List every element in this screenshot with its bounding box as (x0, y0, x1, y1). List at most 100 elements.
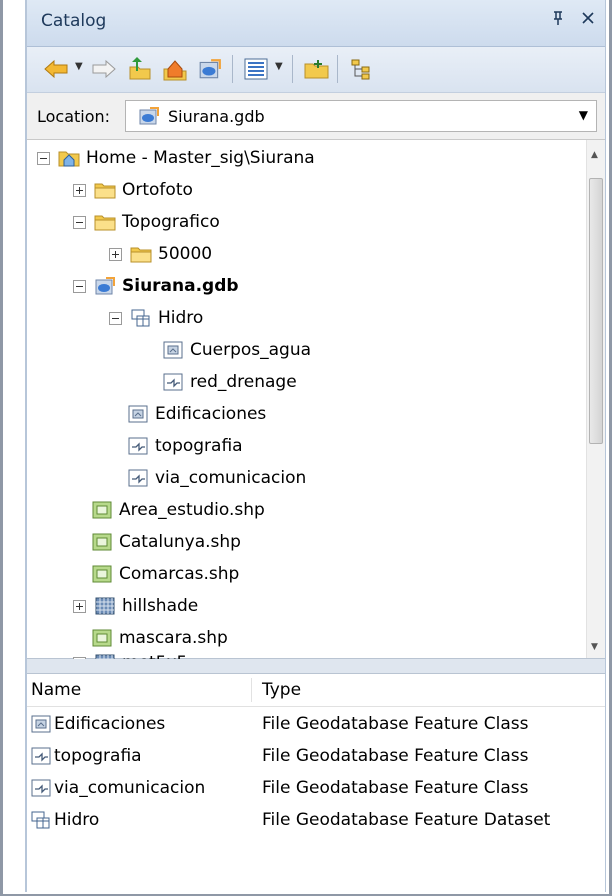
tree-scrollbar[interactable]: ▲ ▼ (586, 140, 605, 658)
tree-item-label: via_comunicacion (155, 468, 307, 488)
chevron-down-icon[interactable]: ▼ (579, 108, 588, 122)
tree-item-label: hillshade (122, 596, 199, 616)
list-item-type: File Geodatabase Feature Class (262, 714, 529, 734)
list-item[interactable]: topografia File Geodatabase Feature Clas… (27, 742, 605, 771)
tree-item-hidro[interactable]: Hidro (109, 304, 203, 332)
tree-item-label: mascara.shp (119, 628, 228, 648)
view-dropdown-icon[interactable]: ▼ (275, 61, 283, 72)
tree-item-label: Home - Master_sig\Siurana (86, 148, 315, 168)
tree-item-label: Topografico (122, 212, 220, 232)
toolbar-separator (232, 55, 233, 83)
collapse-icon[interactable] (73, 279, 86, 293)
expand-icon[interactable] (73, 599, 86, 613)
expand-icon[interactable] (109, 247, 122, 261)
list-item-name: Edificaciones (54, 714, 166, 734)
feature-dataset-icon (130, 308, 152, 328)
shapefile-polygon-icon (91, 628, 113, 648)
column-header-type[interactable]: Type (262, 680, 301, 700)
polygon-feature-class-icon (30, 714, 52, 734)
tree-item-ortofoto[interactable]: Ortofoto (73, 176, 193, 204)
toolbar-separator (292, 55, 293, 83)
list-item-type: File Geodatabase Feature Class (262, 746, 529, 766)
collapse-icon[interactable] (37, 151, 50, 165)
list-item-name: topografia (54, 746, 142, 766)
line-feature-class-icon (162, 372, 184, 392)
close-icon[interactable] (581, 10, 595, 29)
shapefile-polygon-icon (91, 564, 113, 584)
line-feature-class-icon (127, 468, 149, 488)
list-item-type: File Geodatabase Feature Dataset (262, 810, 551, 830)
line-feature-class-icon (30, 778, 52, 798)
pin-icon[interactable] (551, 10, 565, 30)
tree-item-label: red_drenage (190, 372, 297, 392)
location-bar: Location: Siurana.gdb ▼ (27, 93, 605, 140)
list-item-type: File Geodatabase Feature Class (262, 778, 529, 798)
geodatabase-icon (138, 106, 160, 126)
tree-item-label: Area_estudio.shp (119, 500, 265, 520)
toggle-tree-icon[interactable] (347, 54, 377, 84)
up-one-level-icon[interactable] (125, 54, 155, 84)
column-divider[interactable] (251, 678, 252, 702)
tree-item-50000[interactable]: 50000 (109, 240, 212, 268)
geodatabase-home-icon[interactable] (195, 54, 225, 84)
list-item[interactable]: Hidro File Geodatabase Feature Dataset (27, 806, 605, 835)
tree-item-label: 50000 (158, 244, 213, 264)
contents-list: Name Type Edificaciones File Geodatabase… (27, 674, 605, 892)
tree-item-label: Catalunya.shp (119, 532, 241, 552)
collapse-icon[interactable] (109, 311, 122, 325)
tree-item-hillshade[interactable]: hillshade (73, 592, 198, 620)
location-label: Location: (37, 107, 111, 126)
polygon-feature-class-icon (162, 340, 184, 360)
scroll-up-icon[interactable]: ▲ (591, 150, 598, 160)
tree-item-label: Comarcas.shp (119, 564, 240, 584)
scroll-down-icon[interactable]: ▼ (591, 642, 598, 652)
tree-item-label: Edificaciones (155, 404, 267, 424)
tree-item-area-estudio[interactable]: Area_estudio.shp (91, 496, 265, 524)
location-dropdown[interactable]: Siurana.gdb ▼ (125, 100, 597, 132)
location-value: Siurana.gdb (168, 107, 265, 126)
shapefile-polygon-icon (91, 532, 113, 552)
tree-item-siurana-gdb[interactable]: Siurana.gdb (73, 272, 239, 300)
column-header-name[interactable]: Name (31, 680, 81, 700)
polygon-feature-class-icon (127, 404, 149, 424)
list-header: Name Type (27, 674, 605, 707)
tree-item-topografia[interactable]: topografia (127, 432, 243, 460)
catalog-panel: Catalog ▼ ▼ Location: Siurana.gdb ▼ Home… (25, 0, 606, 892)
tree-item-home[interactable]: Home - Master_sig\Siurana (37, 144, 315, 172)
back-arrow-icon[interactable] (41, 54, 71, 84)
scrollbar-thumb[interactable] (589, 178, 603, 444)
connect-folder-icon[interactable] (302, 54, 332, 84)
tree-item-red-drenage[interactable]: red_drenage (162, 368, 297, 396)
tree-item-label: Hidro (158, 308, 204, 328)
back-dropdown-icon[interactable]: ▼ (75, 61, 83, 72)
view-options-icon[interactable] (241, 54, 271, 84)
folder-icon (94, 212, 116, 232)
feature-dataset-icon (30, 810, 52, 830)
tree-item-via-comunicacion[interactable]: via_comunicacion (127, 464, 306, 492)
tree-item-label: Cuerpos_agua (190, 340, 312, 360)
shapefile-polygon-icon (91, 500, 113, 520)
title-bar[interactable]: Catalog (27, 0, 605, 47)
window-title: Catalog (41, 11, 107, 31)
raster-icon (94, 596, 116, 616)
catalog-tree: Home - Master_sig\Siurana Ortofoto Topog… (27, 140, 605, 673)
home-icon[interactable] (160, 54, 190, 84)
expand-icon[interactable] (73, 183, 86, 197)
list-item[interactable]: Edificaciones File Geodatabase Feature C… (27, 710, 605, 739)
tree-item-label: Ortofoto (122, 180, 193, 200)
tree-item-comarcas[interactable]: Comarcas.shp (91, 560, 239, 588)
list-item[interactable]: via_comunicacion File Geodatabase Featur… (27, 774, 605, 803)
collapse-icon[interactable] (73, 215, 86, 229)
tree-item-label: Siurana.gdb (122, 276, 239, 296)
tree-item-edificaciones[interactable]: Edificaciones (127, 400, 266, 428)
folder-icon (130, 244, 152, 264)
forward-arrow-icon[interactable] (89, 54, 119, 84)
tree-item-cuerpos-agua[interactable]: Cuerpos_agua (162, 336, 311, 364)
tree-item-mascara[interactable]: mascara.shp (91, 624, 228, 652)
catalog-toolbar: ▼ ▼ (27, 47, 605, 93)
geodatabase-icon (94, 276, 116, 296)
tree-item-catalunya[interactable]: Catalunya.shp (91, 528, 241, 556)
tree-item-topografico[interactable]: Topografico (73, 208, 220, 236)
pane-splitter[interactable] (27, 659, 605, 674)
line-feature-class-icon (30, 746, 52, 766)
